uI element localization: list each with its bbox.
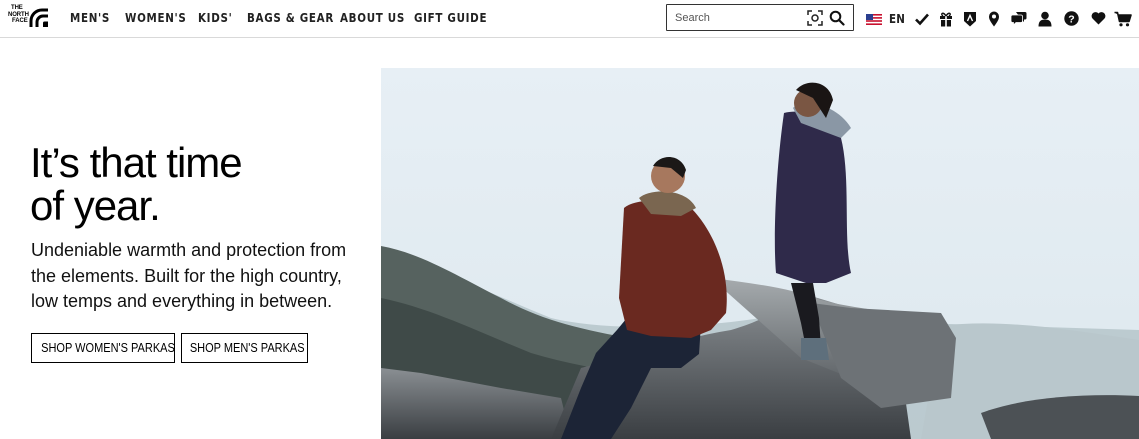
- nav-item-mens[interactable]: MEN'S: [70, 11, 109, 25]
- half-dome-icon: [29, 8, 48, 27]
- hero-title: It’s that time of year.: [30, 139, 243, 229]
- visual-search-icon[interactable]: [807, 10, 823, 31]
- site-header: THE NORTH FACE MEN'S WOMEN'S KIDS' BAGS …: [0, 0, 1139, 38]
- location-pin-icon[interactable]: [988, 11, 1000, 27]
- hero-photo-illustration: [381, 68, 1139, 439]
- help-icon[interactable]: ?: [1064, 11, 1079, 26]
- shop-womens-parkas-button[interactable]: SHOP WOMEN'S PARKAS: [31, 333, 175, 363]
- nav-item-womens[interactable]: WOMEN'S: [125, 11, 186, 25]
- search-box: [666, 4, 854, 31]
- logo-wordmark: THE NORTH FACE: [8, 5, 29, 25]
- us-flag-icon[interactable]: [866, 14, 882, 25]
- language-selector[interactable]: EN: [889, 12, 905, 26]
- nav-item-about-us[interactable]: ABOUT US: [340, 11, 404, 25]
- gift-icon[interactable]: [939, 11, 953, 27]
- nav-item-bags-gear[interactable]: BAGS & GEAR: [247, 11, 333, 25]
- heart-icon[interactable]: [1091, 11, 1106, 25]
- main-nav: MEN'S WOMEN'S KIDS' BAGS & GEAR ABOUT US…: [70, 11, 493, 25]
- search-icon[interactable]: [829, 10, 845, 31]
- hero-description: Undeniable warmth and protection from th…: [31, 240, 347, 311]
- shop-mens-parkas-button[interactable]: SHOP MEN'S PARKAS: [181, 333, 308, 363]
- shield-badge-icon[interactable]: [963, 11, 977, 27]
- cart-icon[interactable]: [1114, 11, 1132, 27]
- search-input[interactable]: [675, 10, 805, 26]
- account-icon[interactable]: [1038, 11, 1052, 27]
- svg-text:?: ?: [1068, 13, 1074, 25]
- nav-item-kids[interactable]: KIDS': [198, 11, 232, 25]
- button-label: SHOP WOMEN'S PARKAS: [41, 341, 175, 355]
- nav-item-gift-guide[interactable]: GIFT GUIDE: [414, 11, 486, 25]
- button-label: SHOP MEN'S PARKAS: [189, 341, 305, 355]
- chat-icon[interactable]: [1011, 11, 1027, 26]
- hero-image[interactable]: [381, 68, 1139, 439]
- logo-line: FACE: [12, 18, 28, 24]
- checkmark-icon[interactable]: [914, 11, 930, 27]
- the-north-face-logo[interactable]: THE NORTH FACE: [8, 5, 51, 31]
